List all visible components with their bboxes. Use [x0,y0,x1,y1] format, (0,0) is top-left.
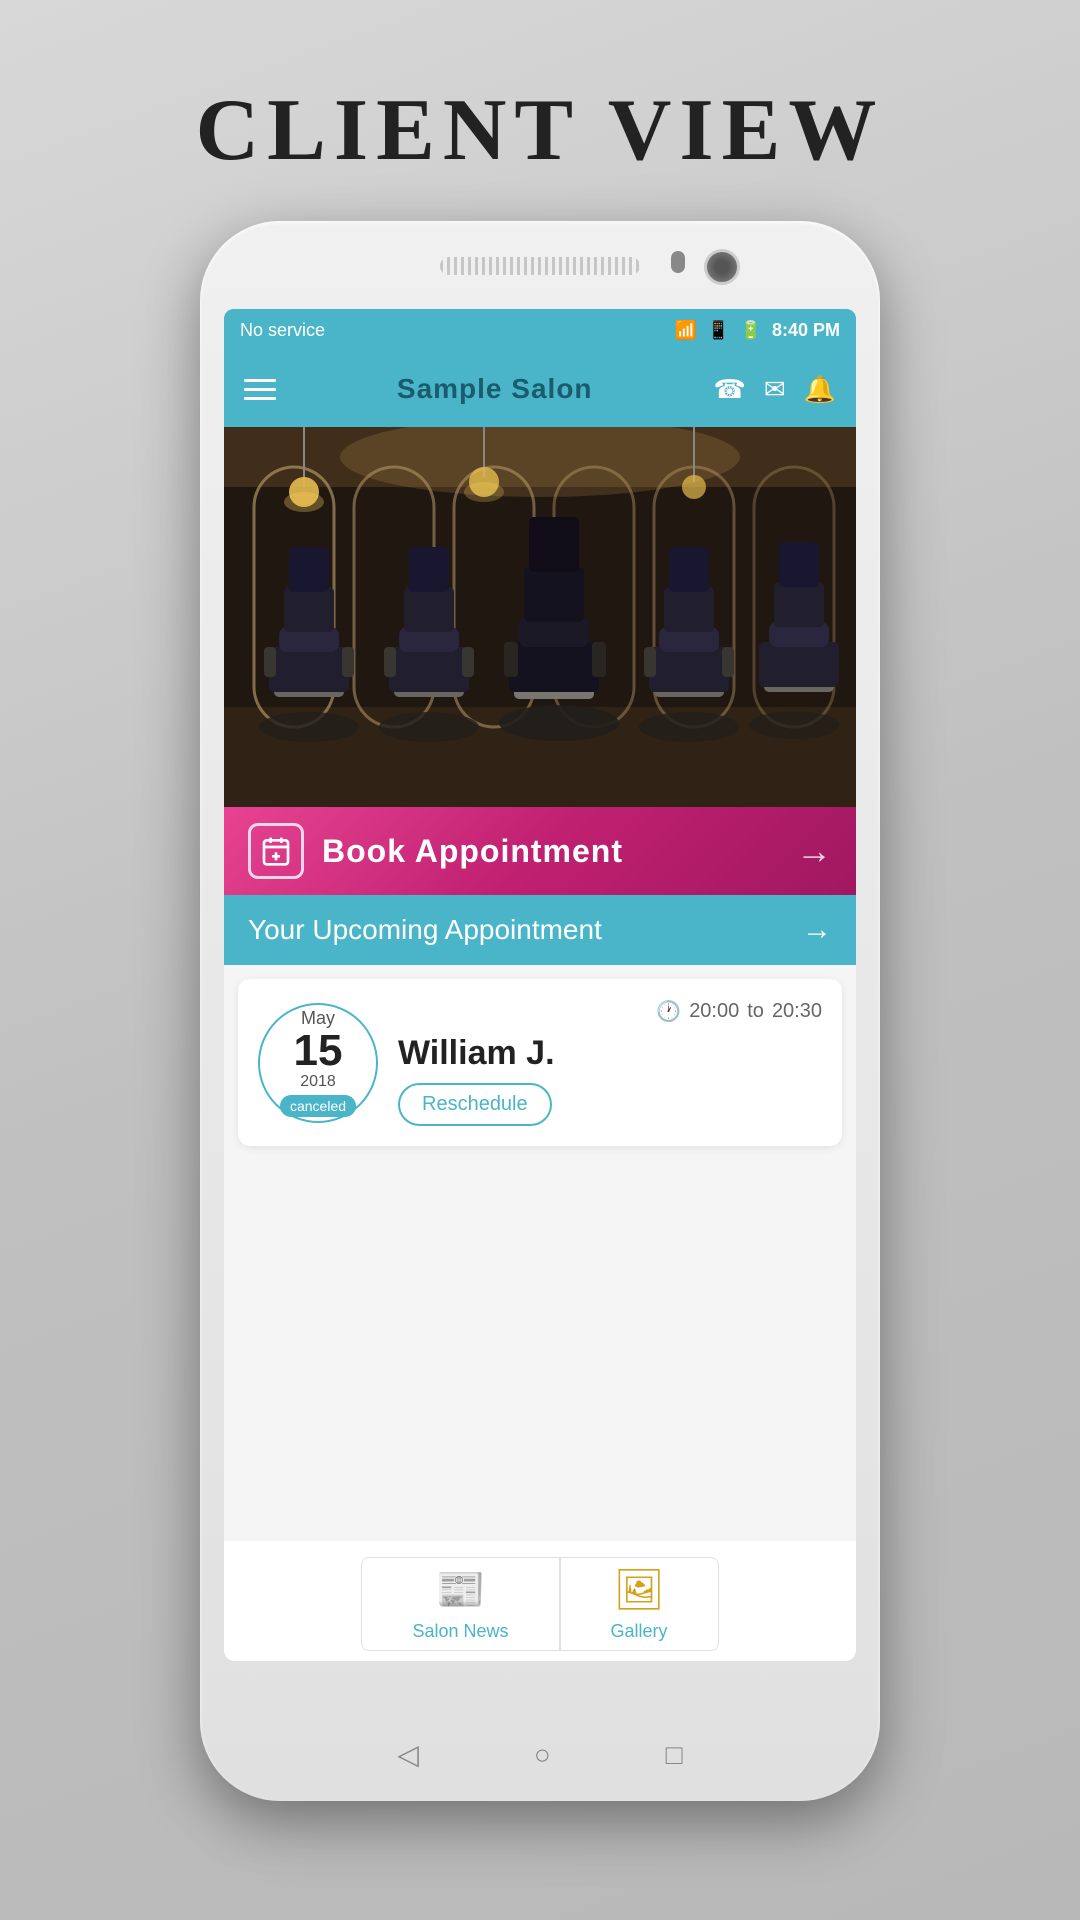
calendar-plus-icon [248,823,304,879]
menu-button[interactable] [244,379,276,400]
client-name: William J. [398,1034,822,1073]
book-appointment-button[interactable]: Book Appointment → [224,807,856,895]
phone-sensor [671,251,685,273]
gallery-label: Gallery [611,1621,668,1642]
tab-salon-news[interactable]: 📰 Salon News [361,1557,559,1651]
appointment-card: May 15 2018 canceled 🕐 20:00 to 20:30 Wi… [238,979,842,1146]
salon-news-label: Salon News [412,1621,508,1642]
message-icon[interactable]: ✉ [764,374,786,405]
app-title: Sample Salon [397,373,593,405]
salon-interior-svg [224,427,856,807]
phone-hardware-nav: ◁ ○ □ [340,1738,740,1771]
back-button[interactable]: ◁ [397,1738,419,1771]
gallery-icon: 🖼 [614,1566,665,1613]
salon-news-icon: 📰 [436,1566,486,1613]
appointment-year: 2018 [300,1073,336,1091]
appointment-time: 🕐 20:00 to 20:30 [398,999,822,1024]
upcoming-appointment-bar[interactable]: Your Upcoming Appointment → [224,895,856,965]
upcoming-label: Your Upcoming Appointment [248,914,602,946]
nav-action-icons: ☎ ✉ 🔔 [713,374,836,405]
date-circle: May 15 2018 canceled [258,1003,378,1123]
top-navigation: Sample Salon ☎ ✉ 🔔 [224,351,856,427]
clock-icon: 🕐 [656,999,681,1024]
status-bar: No service 📶 📱 🔋 8:40 PM [224,309,856,351]
appointment-details: 🕐 20:00 to 20:30 William J. Reschedule [398,999,822,1126]
phone-frame: No service 📶 📱 🔋 8:40 PM Sample Salon ☎ … [200,221,880,1801]
tab-gallery[interactable]: 🖼 Gallery [560,1557,719,1651]
time-from: 20:00 [689,1000,739,1023]
phone-camera [704,249,740,285]
salon-hero-image [224,427,856,807]
battery-icon: 🔋 [740,320,762,341]
phone-screen: No service 📶 📱 🔋 8:40 PM Sample Salon ☎ … [224,309,856,1661]
upcoming-arrow-icon: → [802,913,832,947]
carrier-text: No service [240,320,325,341]
recent-apps-button[interactable]: □ [666,1739,683,1771]
appointment-status-badge: canceled [280,1095,356,1117]
status-right: 📶 📱 🔋 8:40 PM [675,320,840,341]
phone-icon[interactable]: ☎ [713,374,745,405]
time-separator: to [747,1000,764,1023]
book-arrow-icon: → [796,830,832,872]
wifi-icon: 📶 [675,320,697,341]
home-button[interactable]: ○ [534,1739,551,1771]
bottom-navigation: 📰 Salon News 🖼 Gallery [224,1541,856,1661]
signal-icon: 📱 [707,320,729,341]
phone-speaker [440,257,640,275]
bell-icon[interactable]: 🔔 [804,374,836,405]
appointment-day: 15 [294,1029,343,1073]
book-appointment-label: Book Appointment [322,833,623,870]
time-display: 8:40 PM [772,320,840,341]
time-to: 20:30 [772,1000,822,1023]
reschedule-button[interactable]: Reschedule [398,1083,552,1126]
book-button-content: Book Appointment [248,823,623,879]
page-title: CLIENT VIEW [196,80,885,181]
